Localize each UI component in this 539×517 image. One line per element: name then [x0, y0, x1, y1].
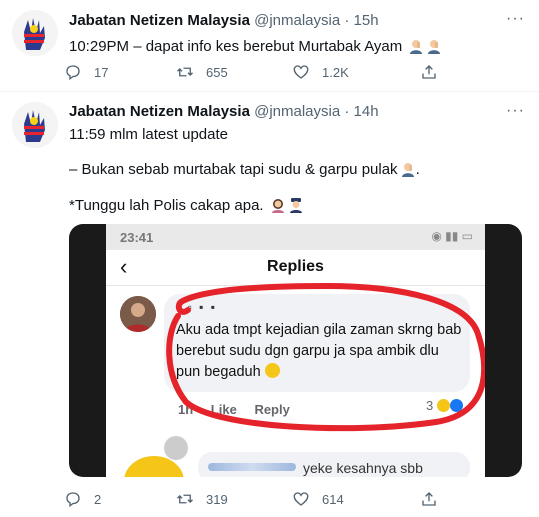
tweet-time[interactable]: 14h — [354, 103, 379, 120]
commenter-name-redacted: ▪ ▫ ▪ ▪ — [176, 300, 218, 314]
separator-dot: · — [344, 103, 350, 120]
more-options-icon[interactable]: ··· — [506, 10, 525, 28]
more-options-icon[interactable]: ··· — [506, 102, 525, 120]
like-count: 614 — [322, 491, 344, 507]
tweet-line-text: – Bukan sebab murtabak tapi sudu & garpu… — [69, 161, 398, 178]
man-facepalm-emoji-icon — [401, 163, 414, 177]
tweet-actions: 17 655 1.2K — [64, 63, 464, 83]
reply-icon — [66, 492, 80, 508]
author-name[interactable]: Jabatan Netizen Malaysia — [69, 103, 250, 120]
retweet-count: 655 — [206, 64, 228, 80]
heart-icon — [293, 65, 309, 79]
comment-reply-label: Reply — [254, 402, 290, 417]
status-icons: ◉ ▮▮ ▭ — [431, 229, 473, 243]
reaction-count: 3 — [426, 398, 463, 413]
tweet-time[interactable]: 15h — [354, 12, 379, 29]
screenshot-content: 23:41 ◉ ▮▮ ▭ ‹ Replies ▪ ▫ ▪ ▪ Aku ada t… — [106, 224, 485, 477]
second-comment-text: yeke kesahnya sbb — [303, 460, 423, 476]
man-facepalm-emoji-icon — [428, 40, 441, 54]
comment-like-label: Like — [210, 402, 237, 417]
police-officer-emoji-icon — [289, 198, 302, 213]
replies-app-bar: ‹ Replies — [106, 250, 485, 286]
retweet-icon — [177, 67, 193, 77]
like-count: 1.2K — [322, 64, 349, 80]
commenter-avatar — [120, 296, 156, 332]
tweet-actions: 2 319 614 — [64, 490, 464, 510]
share-icon — [422, 65, 436, 79]
reply-count: 17 — [94, 64, 109, 80]
author-handle[interactable]: @jnmalaysia — [254, 103, 340, 120]
separator-dot: · — [344, 12, 350, 29]
comment-bubble: ▪ ▫ ▪ ▪ Aku ada tmpt kejadian gila zaman… — [164, 294, 470, 392]
author-name[interactable]: Jabatan Netizen Malaysia — [69, 12, 250, 29]
replies-title: Replies — [267, 258, 324, 275]
heart-icon — [293, 492, 309, 506]
retweet-button[interactable]: 655 — [176, 63, 228, 81]
woman-emoji-icon — [271, 199, 284, 213]
comment-meta: 1h Like Reply — [178, 402, 304, 417]
retweet-button[interactable]: 319 — [176, 490, 228, 508]
tweet-line: *Tunggu lah Polis cakap apa. — [69, 196, 304, 216]
second-commenter-avatar — [164, 436, 188, 460]
reply-button[interactable]: 17 — [64, 63, 108, 81]
status-clock: 23:41 — [120, 230, 154, 245]
author-avatar[interactable] — [12, 10, 58, 56]
tweet-header: Jabatan Netizen Malaysia @jnmalaysia · 1… — [69, 12, 379, 29]
tweet-line: 10:29PM – dapat info kes berebut Murtaba… — [69, 38, 403, 55]
tweet-image[interactable]: 23:41 ◉ ▮▮ ▭ ‹ Replies ▪ ▫ ▪ ▪ Aku ada t… — [69, 224, 522, 477]
tweet[interactable]: Jabatan Netizen Malaysia @jnmalaysia · 1… — [0, 92, 539, 517]
like-button[interactable]: 1.2K — [292, 63, 349, 81]
tweet-header: Jabatan Netizen Malaysia @jnmalaysia · 1… — [69, 103, 379, 120]
second-comment-bubble: yeke kesahnya sbb — [198, 452, 470, 477]
comment-time: 1h — [178, 402, 194, 417]
tweet[interactable]: Jabatan Netizen Malaysia @jnmalaysia · 1… — [0, 0, 539, 92]
man-facepalm-emoji-icon — [410, 40, 423, 54]
phone-status-bar: 23:41 ◉ ▮▮ ▭ — [106, 224, 485, 250]
laugh-react-icon — [436, 399, 450, 412]
tweet-line: 11:59 mlm latest update — [69, 126, 228, 143]
share-icon — [422, 492, 436, 506]
retweet-icon — [177, 494, 193, 504]
retweet-count: 319 — [206, 491, 228, 507]
author-avatar[interactable] — [12, 102, 58, 148]
share-button[interactable] — [420, 490, 450, 508]
tweet-text: 10:29PM – dapat info kes berebut Murtaba… — [69, 37, 442, 57]
redacted-name — [208, 463, 296, 471]
reply-button[interactable]: 2 — [64, 490, 101, 508]
share-button[interactable] — [420, 63, 450, 81]
tweet-line-text: *Tunggu lah Polis cakap apa. — [69, 197, 264, 214]
grinning-sweat-emoji-icon — [264, 363, 280, 378]
comment-text: Aku ada tmpt kejadian gila zaman skrng b… — [176, 322, 462, 380]
like-button[interactable]: 614 — [292, 490, 344, 508]
like-react-icon — [449, 399, 463, 412]
reply-count: 2 — [94, 491, 102, 507]
reply-icon — [66, 65, 80, 81]
author-handle[interactable]: @jnmalaysia — [254, 12, 340, 29]
tweet-line: – Bukan sebab murtabak tapi sudu & garpu… — [69, 161, 420, 178]
